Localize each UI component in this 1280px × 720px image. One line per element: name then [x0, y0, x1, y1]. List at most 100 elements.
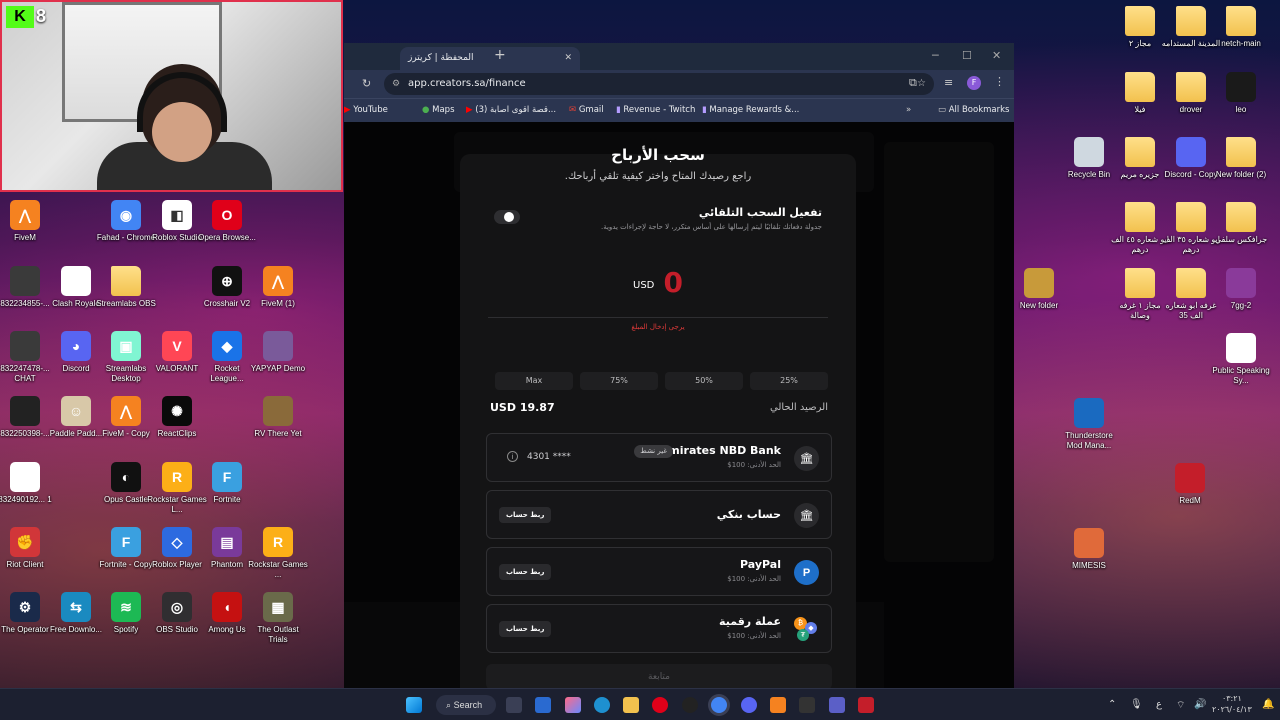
desktop-icon[interactable]: RedM — [1160, 463, 1220, 506]
auto-withdraw-toggle[interactable] — [494, 210, 520, 224]
modal-subheading: راجع رصيدك المتاح واختر كيفية تلقي أرباح… — [564, 171, 752, 182]
info-icon[interactable]: i — [507, 451, 518, 462]
desktop-icon[interactable]: ▦ The Outlast Trials — [248, 592, 308, 645]
desktop-icon[interactable]: O Opera Browse... — [197, 200, 257, 243]
pct-50-button[interactable]: 50% — [665, 372, 743, 390]
link-account-button[interactable]: ربط حساب — [499, 564, 552, 580]
link-account-button[interactable]: ربط حساب — [499, 621, 552, 637]
desktop-icon[interactable]: ✊ Riot Client — [0, 527, 55, 570]
app-icon: ◐ — [111, 462, 141, 492]
copilot-icon[interactable] — [565, 697, 581, 713]
balance-label: الرصيد الحالي — [770, 402, 828, 413]
continue-button[interactable]: متابعة — [486, 664, 832, 688]
profile-avatar[interactable]: F — [967, 76, 981, 90]
file-explorer-icon[interactable] — [623, 697, 639, 713]
desktop-icon[interactable]: MIMESIS — [1059, 528, 1119, 571]
reload-icon[interactable]: ↻ — [362, 77, 371, 90]
all-bookmarks[interactable]: ▭ All Bookmarks — [938, 105, 1009, 115]
desktop-icon[interactable]: RV There Yet — [248, 396, 308, 439]
obs-icon[interactable] — [682, 697, 698, 713]
bookmark-youtube[interactable]: ▶ YouTube — [344, 105, 388, 115]
desktop-icon-label: FiveM (1) — [261, 299, 295, 308]
media-icon[interactable]: ≡ — [944, 76, 953, 89]
edge-icon[interactable] — [594, 697, 610, 713]
discord-icon[interactable] — [741, 697, 757, 713]
desktop-icon[interactable]: 7gg-2 — [1211, 268, 1271, 311]
bookmark-maps[interactable]: ● Maps — [422, 105, 455, 115]
desktop-icon[interactable]: Public Speaking Sy... — [1211, 333, 1271, 386]
language-indicator[interactable]: ع — [1156, 699, 1162, 710]
youtube-icon: ▶ — [344, 105, 351, 115]
desktop-icon[interactable]: Streamlabs OBS — [96, 266, 156, 309]
method-emirates-nbd[interactable]: 🏛 Emirates NBD Bank الحد الأدنى: 100$ غي… — [486, 433, 832, 482]
menu-icon[interactable]: ⋮ — [994, 75, 1005, 88]
url-input[interactable]: ⚙ app.creators.sa/finance ☆ — [384, 73, 934, 95]
desktop-icon-label: The Outlast Trials — [257, 625, 299, 644]
pct-max-button[interactable]: Max — [495, 372, 573, 390]
desktop-icon[interactable]: Thunderstore Mod Mana... — [1059, 398, 1119, 451]
method-title: PayPal — [740, 558, 781, 571]
epic-games-icon[interactable] — [799, 697, 815, 713]
crypto-icon: ₿ ◆ ₮ — [794, 617, 819, 642]
extensions-icon[interactable]: ⧉ — [909, 76, 917, 90]
bookmark-star-icon[interactable]: ☆ — [917, 73, 926, 95]
desktop-icon[interactable]: ⋀ FiveM (1) — [248, 266, 308, 309]
task-view-icon[interactable] — [506, 697, 522, 713]
bookmark-gmail[interactable]: ✉ Gmail — [569, 105, 604, 115]
desktop-icon-label: 7gg-2 — [1230, 301, 1252, 310]
volume-icon[interactable]: 🔊 — [1194, 699, 1206, 710]
method-crypto[interactable]: ₿ ◆ ₮ عملة رقمية الحد الأدنى: 100$ ربط ح… — [486, 604, 832, 653]
notification-bell-icon[interactable]: 🔔 — [1262, 699, 1274, 710]
desktop-icon[interactable]: 832490192... 1 — [0, 462, 55, 505]
opera-icon[interactable] — [652, 697, 668, 713]
search-box[interactable]: ⌕ Search — [436, 695, 496, 715]
method-min: الحد الأدنى: 100$ — [727, 632, 781, 640]
app-icon — [1024, 268, 1054, 298]
app-icon: ◇ — [162, 527, 192, 557]
start-icon[interactable] — [406, 697, 422, 713]
maximize-icon[interactable]: ☐ — [962, 49, 972, 62]
desktop-icon[interactable]: New folder — [1009, 268, 1069, 311]
method-min: الحد الأدنى: 100$ — [727, 575, 781, 583]
desktop-icon[interactable]: F Fortnite — [197, 462, 257, 505]
method-bank-account[interactable]: 🏛 حساب بنكي ربط حساب — [486, 490, 832, 539]
microphone-icon[interactable]: 🎙 — [1130, 699, 1143, 710]
wifi-icon[interactable]: ⌔ — [1176, 699, 1185, 712]
pct-25-button[interactable]: 25% — [750, 372, 828, 390]
link-account-button[interactable]: ربط حساب — [499, 507, 552, 523]
teams-icon[interactable] — [829, 697, 845, 713]
browser-tab[interactable]: المحفظة | كريترز ✕ — [400, 47, 580, 70]
desktop-icon[interactable]: R Rockstar Games ... — [248, 527, 308, 580]
app-icon — [263, 396, 293, 426]
desktop-icon[interactable]: ✺ ReactClips — [147, 396, 207, 439]
desktop-icon[interactable]: جرافكس سلفي — [1211, 202, 1271, 245]
method-paypal[interactable]: P PayPal الحد الأدنى: 100$ ربط حساب — [486, 547, 832, 596]
desktop-icon-label: Rockstar Games ... — [248, 560, 308, 579]
desktop-icon[interactable]: ⋀ FiveM — [0, 200, 55, 243]
minimize-icon[interactable]: ─ — [932, 49, 939, 62]
new-tab-icon[interactable]: + — [494, 47, 506, 63]
folder-icon — [1226, 202, 1256, 232]
desktop-icon[interactable]: YAPYAP Demo — [248, 331, 308, 374]
tray-chevron-icon[interactable]: ⌃ — [1108, 699, 1116, 710]
bookmark-video[interactable]: ▶ (3) قصة اقوى اصابة... — [466, 105, 556, 115]
desktop-icon[interactable]: netch-main — [1211, 6, 1271, 49]
close-window-icon[interactable]: ✕ — [992, 49, 1001, 62]
tab-close-icon[interactable]: ✕ — [564, 47, 572, 70]
amount-input[interactable]: 0 — [663, 266, 682, 299]
kick-logo-icon: K — [6, 6, 34, 28]
store-icon[interactable] — [535, 697, 551, 713]
pct-75-button[interactable]: 75% — [580, 372, 658, 390]
fivem-icon[interactable] — [770, 697, 786, 713]
clock[interactable]: ٠٣:٢١ ٢٠٢٦/٠٤/١٣ — [1212, 693, 1252, 715]
redm-icon[interactable] — [858, 697, 874, 713]
desktop-icon[interactable]: leo — [1211, 72, 1271, 115]
site-info-icon[interactable]: ⚙ — [392, 73, 400, 95]
bookmark-twitch[interactable]: ▮ Revenue - Twitch — [616, 105, 695, 115]
app-icon — [10, 462, 40, 492]
bookmark-rewards[interactable]: ▮ Manage Rewards &... — [702, 105, 799, 115]
app-icon — [1226, 333, 1256, 363]
desktop-icon[interactable]: New folder (2) — [1211, 137, 1271, 180]
more-bookmarks-icon[interactable]: » — [906, 105, 911, 115]
chrome-icon[interactable] — [711, 697, 727, 713]
